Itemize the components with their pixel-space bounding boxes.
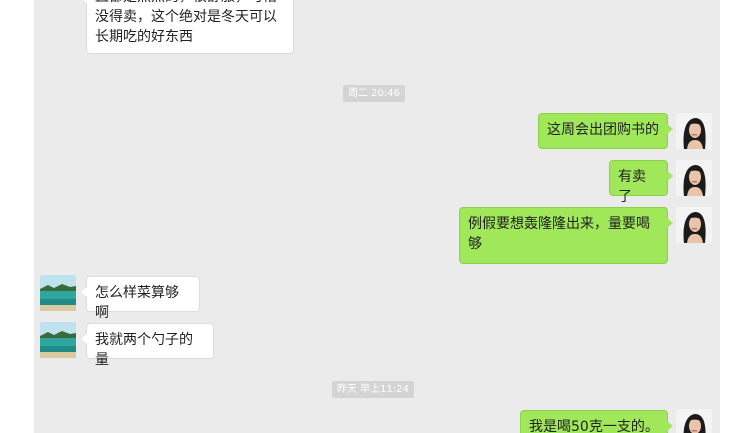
self-avatar[interactable]: [676, 207, 712, 243]
message-bubble-outgoing[interactable]: 这周会出团购书的: [538, 113, 673, 149]
contact-avatar[interactable]: [40, 275, 76, 311]
message-bubble-incoming[interactable]: 怎么样菜算够啊: [81, 276, 200, 321]
message-bubble-outgoing[interactable]: 有卖了: [609, 160, 673, 205]
message-bubble-incoming[interactable]: 直都是热热的，很舒服，可惜没得卖，这个绝对是冬天可以长期吃的好东西: [81, 0, 294, 54]
self-avatar[interactable]: [676, 409, 712, 433]
beach-landscape-icon: [40, 322, 76, 358]
contact-avatar[interactable]: [40, 322, 76, 358]
message-bubble-outgoing[interactable]: 我是喝50克一支的。: [520, 410, 673, 433]
chat-area[interactable]: 直都是热热的，很舒服，可惜没得卖，这个绝对是冬天可以长期吃的好东西 周二 20:…: [34, 0, 720, 433]
woman-portrait-icon: [676, 207, 712, 243]
message-bubble-incoming[interactable]: 我就两个勺子的量: [81, 323, 214, 368]
self-avatar[interactable]: [676, 113, 712, 149]
woman-portrait-icon: [676, 160, 712, 196]
woman-portrait-icon: [676, 113, 712, 149]
beach-landscape-icon: [40, 275, 76, 311]
timestamp-divider: 昨天 早上11:24: [332, 381, 414, 398]
message-bubble-outgoing[interactable]: 例假要想轰隆隆出来，量要喝够: [459, 207, 673, 264]
self-avatar[interactable]: [676, 160, 712, 196]
timestamp-divider: 周二 20:46: [343, 85, 405, 102]
woman-portrait-icon: [676, 409, 712, 433]
